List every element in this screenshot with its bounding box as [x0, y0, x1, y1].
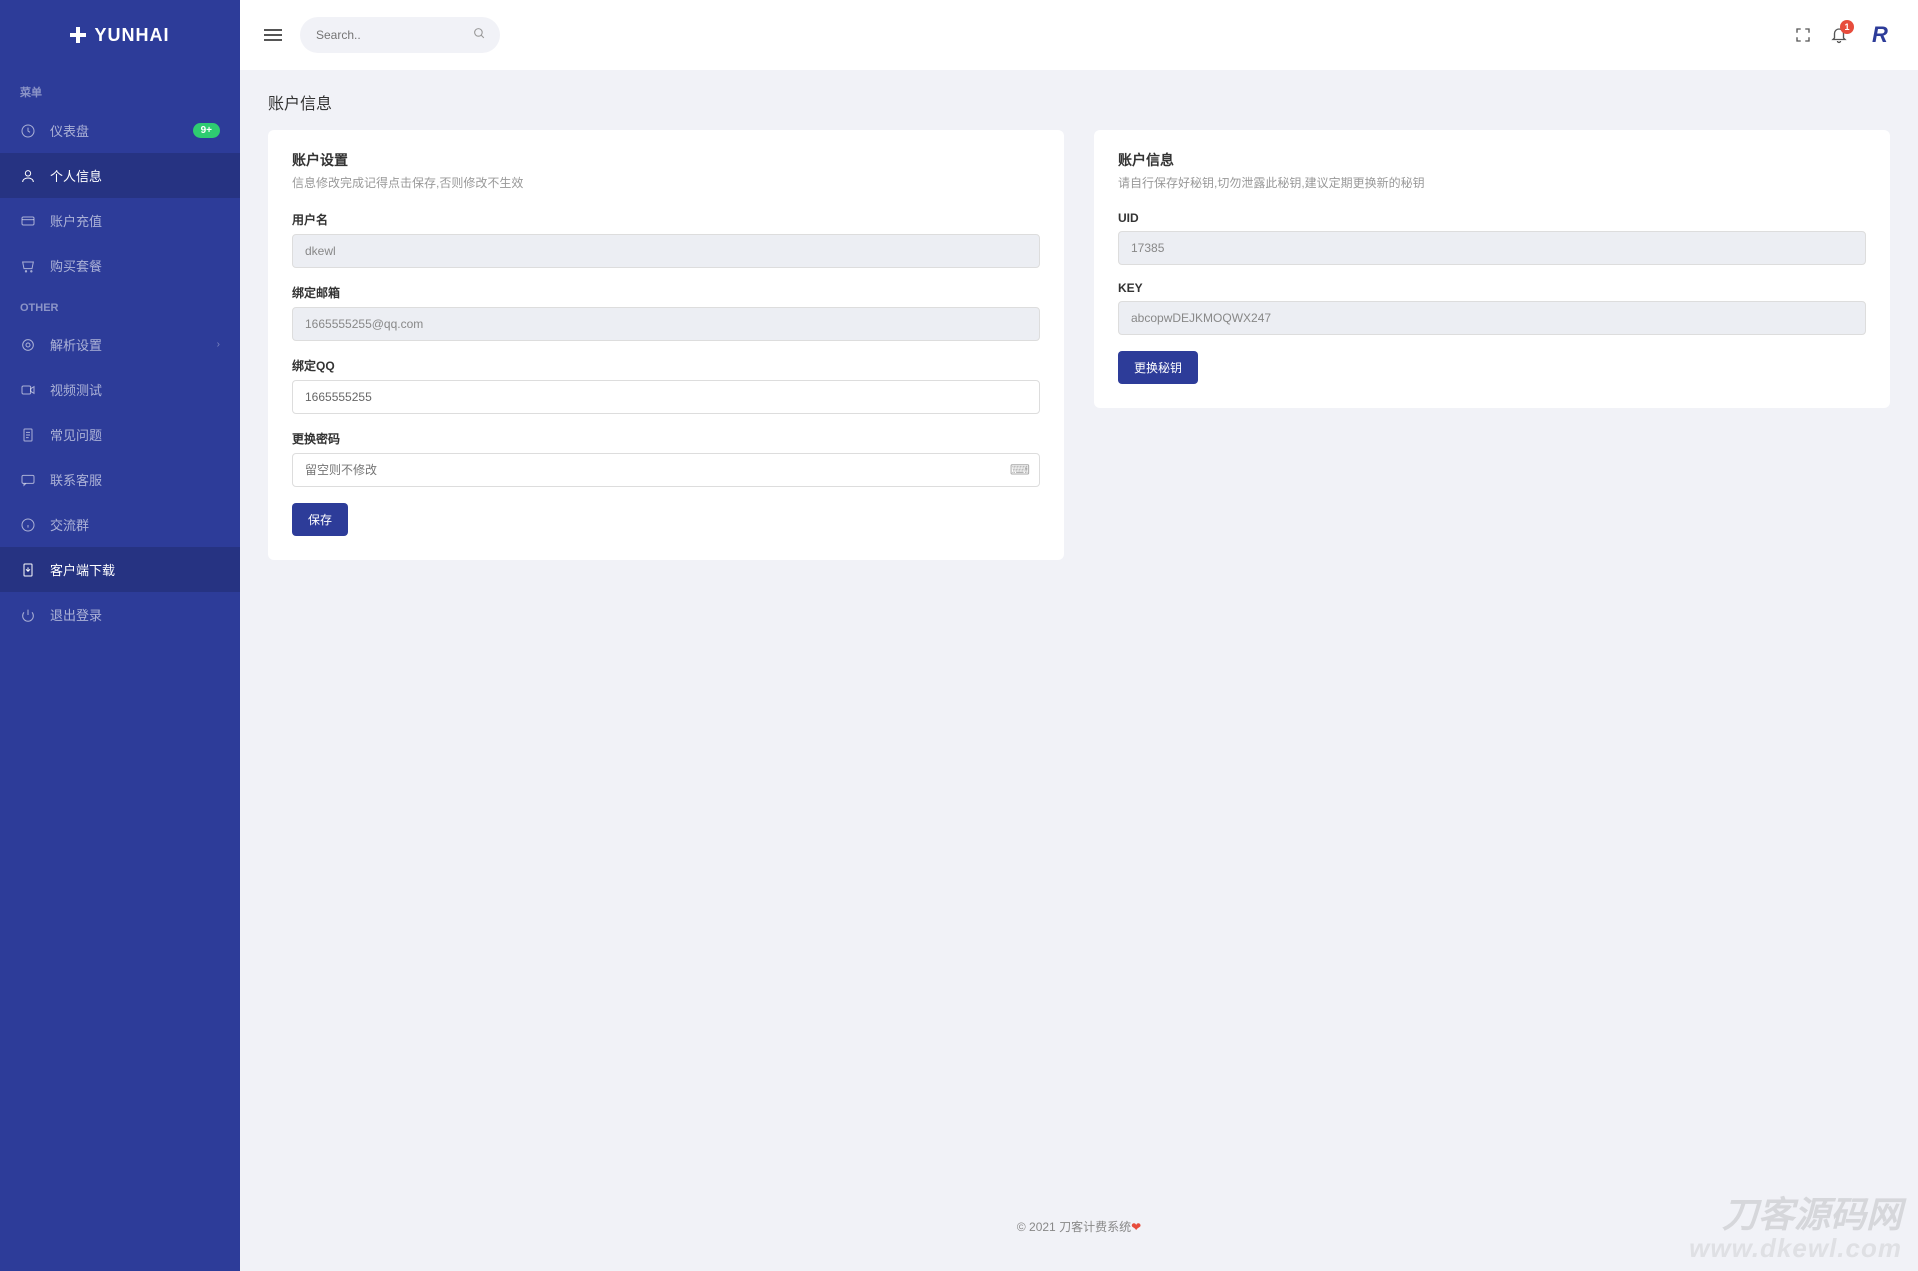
sidebar-item-parse[interactable]: 解析设置 ›: [0, 322, 240, 367]
sidebar-item-label: 客户端下载: [50, 560, 220, 579]
card-account-settings: 账户设置 信息修改完成记得点击保存,否则修改不生效 用户名 绑定邮箱 绑定QQ: [268, 130, 1064, 560]
brand: YUNHAI: [0, 0, 240, 70]
sidebar-item-label: 解析设置: [50, 335, 203, 354]
search-wrap: [300, 17, 500, 53]
target-icon: [20, 337, 36, 353]
qq-field[interactable]: [292, 380, 1040, 414]
video-icon: [20, 382, 36, 398]
file-icon: [20, 427, 36, 443]
brand-icon: [70, 27, 86, 43]
label-key: KEY: [1118, 281, 1866, 295]
label-uid: UID: [1118, 211, 1866, 225]
sidebar-item-package[interactable]: 购买套餐: [0, 243, 240, 288]
card-icon: [20, 213, 36, 229]
topbar: 1 R: [240, 0, 1918, 70]
sidebar-item-label: 交流群: [50, 515, 220, 534]
card-title: 账户设置: [292, 150, 1040, 170]
info-icon: [20, 517, 36, 533]
sidebar-item-download[interactable]: 客户端下载: [0, 547, 240, 592]
label-email: 绑定邮箱: [292, 284, 1040, 301]
download-icon: [20, 562, 36, 578]
footer: © 2021 刀客计费系统❤: [268, 1202, 1890, 1251]
chat-icon: [20, 472, 36, 488]
power-icon: [20, 607, 36, 623]
page-title: 账户信息: [268, 90, 1890, 114]
sidebar-item-group[interactable]: 交流群: [0, 502, 240, 547]
key-field: [1118, 301, 1866, 335]
label-password: 更换密码: [292, 430, 1040, 447]
card-title: 账户信息: [1118, 150, 1866, 170]
rekey-button[interactable]: 更换秘钥: [1118, 351, 1198, 384]
cart-icon: [20, 258, 36, 274]
sidebar-item-logout[interactable]: 退出登录: [0, 592, 240, 637]
menu-toggle-icon[interactable]: [264, 29, 282, 41]
keyboard-icon[interactable]: ⌨: [1010, 462, 1030, 479]
email-field: [292, 307, 1040, 341]
uid-field: [1118, 231, 1866, 265]
sidebar-item-dashboard[interactable]: 仪表盘 9+: [0, 108, 240, 153]
sidebar-item-label: 个人信息: [50, 166, 220, 185]
card-subtitle: 请自行保存好秘钥,切勿泄露此秘钥,建议定期更换新的秘钥: [1118, 174, 1866, 191]
menu-header-other: OTHER: [0, 288, 240, 322]
footer-text: © 2021 刀客计费系统: [1017, 1220, 1131, 1234]
username-field: [292, 234, 1040, 268]
clock-icon: [20, 123, 36, 139]
sidebar-item-support[interactable]: 联系客服: [0, 457, 240, 502]
dashboard-badge: 9+: [193, 123, 220, 138]
sidebar-item-label: 联系客服: [50, 470, 220, 489]
app-logo-icon[interactable]: R: [1866, 21, 1894, 49]
sidebar-item-recharge[interactable]: 账户充值: [0, 198, 240, 243]
sidebar-item-label: 退出登录: [50, 605, 220, 624]
notification-badge: 1: [1840, 20, 1854, 34]
label-qq: 绑定QQ: [292, 357, 1040, 374]
sidebar: YUNHAI 菜单 仪表盘 9+ 个人信息 账户充值 购买套餐 OTHER 解析…: [0, 0, 240, 1271]
chevron-right-icon: ›: [217, 339, 220, 350]
password-field[interactable]: [292, 453, 1040, 487]
bell-icon[interactable]: 1: [1830, 26, 1848, 44]
label-username: 用户名: [292, 211, 1040, 228]
brand-text: YUNHAI: [94, 25, 169, 46]
fullscreen-icon[interactable]: [1794, 26, 1812, 44]
user-icon: [20, 168, 36, 184]
sidebar-item-profile[interactable]: 个人信息: [0, 153, 240, 198]
save-button[interactable]: 保存: [292, 503, 348, 536]
card-subtitle: 信息修改完成记得点击保存,否则修改不生效: [292, 174, 1040, 191]
card-account-info: 账户信息 请自行保存好秘钥,切勿泄露此秘钥,建议定期更换新的秘钥 UID KEY…: [1094, 130, 1890, 408]
heart-icon: ❤: [1131, 1220, 1141, 1234]
sidebar-item-label: 视频测试: [50, 380, 220, 399]
search-input[interactable]: [300, 17, 500, 53]
sidebar-item-label: 仪表盘: [50, 121, 179, 140]
sidebar-item-label: 购买套餐: [50, 256, 220, 275]
sidebar-item-label: 常见问题: [50, 425, 220, 444]
sidebar-item-video[interactable]: 视频测试: [0, 367, 240, 412]
menu-header-main: 菜单: [0, 70, 240, 108]
sidebar-item-faq[interactable]: 常见问题: [0, 412, 240, 457]
sidebar-item-label: 账户充值: [50, 211, 220, 230]
